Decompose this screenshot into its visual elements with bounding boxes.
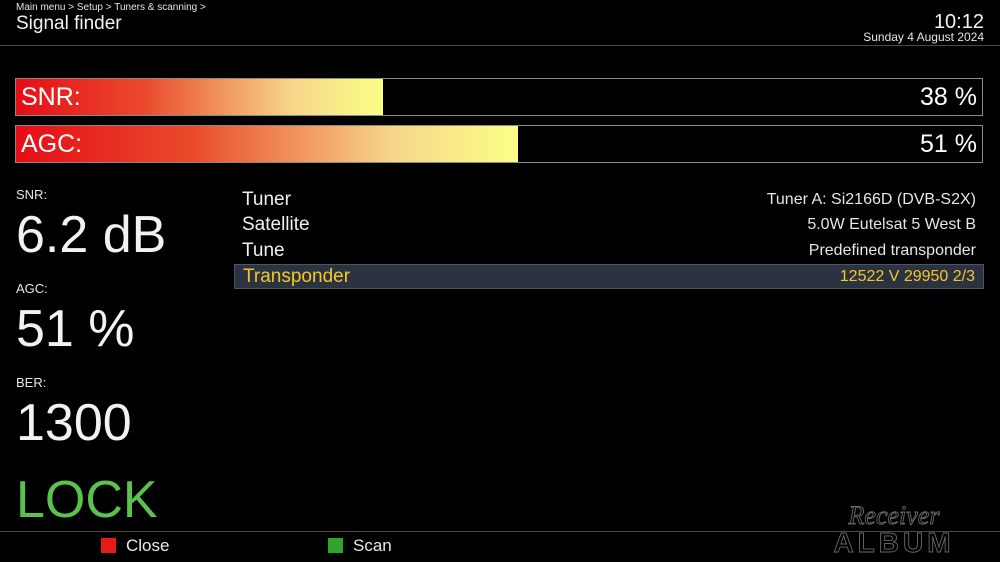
info-row-tuner[interactable]: Tuner Tuner A: Si2166D (DVB-S2X) (234, 188, 984, 213)
snr-readout-label: SNR: (16, 187, 48, 202)
watermark-logo: Receiver ALBUM (833, 501, 954, 556)
agc-bar-fill (16, 126, 519, 162)
agc-readout-value: 51 % (16, 300, 135, 358)
info-row-satellite[interactable]: Satellite 5.0W Eutelsat 5 West B (234, 213, 984, 238)
info-value: 12522 V 29950 2/3 (839, 268, 975, 285)
ber-readout-label: BER: (16, 375, 47, 390)
agc-bar: AGC: 51 % (15, 125, 983, 163)
red-key-icon[interactable] (101, 538, 116, 553)
info-label: Tune (242, 240, 285, 261)
info-label: Transponder (243, 266, 351, 287)
clock-date: Sunday 4 August 2024 (863, 30, 984, 44)
svg-text:Receiver: Receiver (848, 501, 941, 530)
snr-bar-label: SNR: (21, 83, 81, 111)
snr-bar: SNR: 38 % (15, 78, 983, 116)
green-key-icon[interactable] (328, 538, 343, 553)
info-value: Tuner A: Si2166D (DVB-S2X) (766, 191, 976, 208)
agc-readout-label: AGC: (16, 281, 48, 296)
header-divider (0, 45, 1000, 46)
lock-status: LOCK (16, 471, 158, 529)
snr-bar-percent: 38 % (920, 83, 977, 111)
info-value: 5.0W Eutelsat 5 West B (807, 216, 976, 233)
info-label: Satellite (242, 214, 310, 235)
page-title: Signal finder (16, 13, 122, 34)
agc-bar-label: AGC: (21, 130, 83, 158)
close-button[interactable]: Close (126, 536, 169, 556)
info-value: Predefined transponder (808, 242, 976, 259)
breadcrumb: Main menu > Setup > Tuners & scanning > (16, 2, 206, 13)
snr-readout-value: 6.2 dB (16, 206, 167, 264)
ber-readout-value: 1300 (16, 394, 132, 452)
agc-bar-percent: 51 % (920, 130, 977, 158)
svg-text:ALBUM: ALBUM (833, 527, 954, 556)
info-row-transponder[interactable]: Transponder 12522 V 29950 2/3 (234, 264, 984, 289)
info-row-tune[interactable]: Tune Predefined transponder (234, 239, 984, 264)
scan-button[interactable]: Scan (353, 536, 392, 556)
info-label: Tuner (242, 189, 291, 210)
